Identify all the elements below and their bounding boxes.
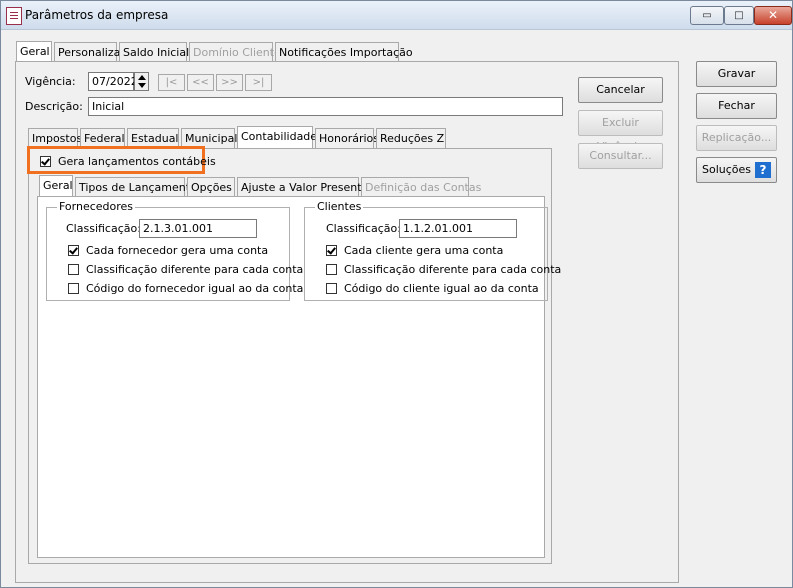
clientes-classificacao-label: Classificação: [326, 222, 401, 235]
tab-label: Municipal [185, 132, 238, 145]
contabilidade-panel: Gera lançamentos contábeis Geral Tipos d… [27, 146, 561, 564]
tab-label: Impostos [32, 132, 83, 145]
close-button[interactable]: ✕ [754, 6, 792, 25]
tab-label: Tipos de Lançamento [79, 181, 197, 194]
tab-label: Ajuste a Valor Presente [241, 181, 369, 194]
minimize-button[interactable]: ▭ [690, 6, 724, 25]
window-title: Parâmetros da empresa [25, 8, 169, 22]
fornecedor-classificacao-diferente-checkbox[interactable] [68, 264, 79, 275]
tab-label: Notificações Importação [279, 46, 413, 59]
tab-reducoes-z[interactable]: Reduções Z [376, 128, 446, 148]
tab-personaliza[interactable]: Personaliza [54, 42, 121, 62]
inner-tab-definicao-contas[interactable]: Definição das Contas [361, 177, 481, 197]
fornecedores-group: Fornecedores Classificação: 2.1.3.01.001… [46, 200, 303, 301]
tab-estadual[interactable]: Estadual [127, 128, 179, 148]
tab-federal[interactable]: Federal [80, 128, 125, 148]
tab-label: Domínio Cliente [193, 46, 281, 59]
excluir-vigencia-button[interactable]: Excluir Vigência [578, 110, 663, 153]
tab-label: Opções [191, 181, 232, 194]
tab-label: Personaliza [58, 46, 121, 59]
fornecedores-classificacao-label: Classificação: [66, 222, 141, 235]
fornecedores-classificacao-input[interactable]: 2.1.3.01.001 [139, 219, 257, 238]
cada-cliente-checkbox[interactable] [326, 245, 337, 256]
fechar-button[interactable]: Fechar [696, 93, 777, 119]
tab-municipal[interactable]: Municipal [181, 128, 238, 148]
help-icon: ? [755, 162, 771, 178]
codigo-fornecedor-checkbox[interactable] [68, 283, 79, 294]
cada-cliente-label: Cada cliente gera uma conta [344, 244, 504, 257]
tab-label: Geral [43, 179, 73, 192]
gera-lancamentos-checkbox[interactable] [40, 156, 51, 167]
tab-label: Definição das Contas [365, 181, 482, 194]
parametros-window: Parâmetros da empresa ▭ □ ✕ Geral Person… [0, 0, 793, 588]
clientes-group: Clientes Classificação: 1.1.2.01.001 Cad… [304, 200, 561, 301]
solucoes-button[interactable]: Soluções ? [696, 157, 777, 183]
codigo-fornecedor-label: Código do fornecedor igual ao da conta [86, 282, 304, 295]
tab-dominio-cliente[interactable]: Domínio Cliente [189, 42, 281, 62]
spin-up-icon[interactable] [138, 75, 146, 80]
tab-geral[interactable]: Geral [16, 41, 52, 63]
tab-label: Estadual [131, 132, 179, 145]
descricao-label: Descrição: [25, 100, 83, 113]
inner-tab-ajuste-valor-presente[interactable]: Ajuste a Valor Presente [237, 177, 368, 197]
maximize-icon: □ [734, 10, 744, 21]
solucoes-label: Soluções [702, 163, 752, 176]
inner-tab-opcoes[interactable]: Opções [187, 177, 235, 197]
tab-label: Honorários [319, 132, 380, 145]
app-document-icon [6, 7, 22, 25]
nav-next-button[interactable]: >> [216, 74, 243, 91]
cliente-classificacao-diferente-label: Classificação diferente para cada conta [344, 263, 562, 276]
tab-impostos[interactable]: Impostos [28, 128, 82, 148]
tab-label: Reduções Z [380, 132, 445, 145]
close-icon: ✕ [767, 8, 779, 22]
maximize-button[interactable]: □ [724, 6, 754, 25]
tab-label: Geral [20, 45, 50, 58]
tab-saldo-inicial[interactable]: Saldo Inicial [119, 42, 190, 62]
tab-honorarios[interactable]: Honorários [315, 128, 379, 148]
tab-notificacoes-importacao[interactable]: Notificações Importação [275, 42, 413, 62]
nav-prev-button[interactable]: << [187, 74, 214, 91]
cada-fornecedor-label: Cada fornecedor gera uma conta [86, 244, 269, 257]
tab-label: Saldo Inicial [123, 46, 190, 59]
cancelar-button[interactable]: Cancelar [578, 77, 663, 103]
tab-label: Contabilidade [241, 130, 318, 143]
minimize-icon: ▭ [702, 10, 712, 21]
title-bar[interactable]: Parâmetros da empresa ▭ □ ✕ [1, 1, 792, 30]
descricao-input[interactable]: Inicial [88, 97, 563, 116]
fornecedor-classificacao-diferente-label: Classificação diferente para cada conta [86, 263, 304, 276]
gera-lancamentos-label: Gera lançamentos contábeis [58, 155, 216, 168]
gravar-button[interactable]: Gravar [696, 61, 777, 87]
cada-fornecedor-checkbox[interactable] [68, 245, 79, 256]
vigencia-label: Vigência: [25, 75, 76, 88]
replicacao-button[interactable]: Replicação... [696, 125, 777, 151]
geral-inner-panel: Fornecedores Classificação: 2.1.3.01.001… [37, 196, 561, 558]
nav-first-button[interactable]: |< [158, 74, 185, 91]
main-panel: Vigência: 07/2022 |< << >> >| Descrição:… [15, 61, 679, 583]
inner-tab-geral[interactable]: Geral [39, 175, 73, 197]
tab-contabilidade[interactable]: Contabilidade [237, 126, 317, 148]
tab-label: Federal [84, 132, 125, 145]
fornecedores-title: Fornecedores [57, 200, 136, 213]
spin-down-icon[interactable] [138, 83, 146, 88]
consultar-button[interactable]: Consultar... [578, 143, 663, 169]
clientes-title: Clientes [315, 200, 364, 213]
inner-tab-tipos-lancamento[interactable]: Tipos de Lançamento [75, 177, 197, 197]
codigo-cliente-checkbox[interactable] [326, 283, 337, 294]
codigo-cliente-label: Código do cliente igual ao da conta [344, 282, 539, 295]
vigencia-input[interactable]: 07/2022 [88, 72, 138, 91]
vigencia-spinner[interactable] [134, 72, 149, 91]
cliente-classificacao-diferente-checkbox[interactable] [326, 264, 337, 275]
nav-last-button[interactable]: >| [245, 74, 272, 91]
clientes-classificacao-input[interactable]: 1.1.2.01.001 [399, 219, 517, 238]
